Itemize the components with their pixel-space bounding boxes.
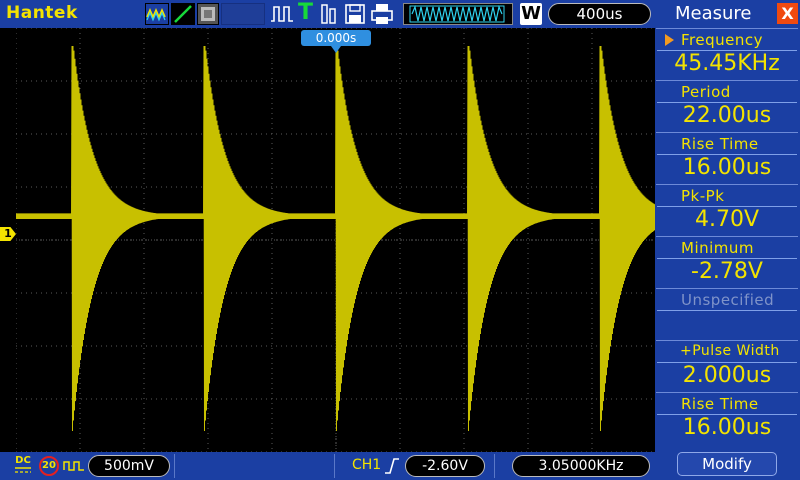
waveform-display: [16, 28, 656, 452]
measure-panel: Measure X Frequency 45.45KHz Period 22.0…: [655, 0, 800, 480]
coupling-label: DC: [15, 455, 31, 466]
measure-slot-period[interactable]: Period 22.00us: [656, 80, 798, 132]
value-box: [657, 310, 797, 338]
status-separator: [494, 454, 495, 478]
slope-icon[interactable]: [171, 3, 195, 25]
status-separator: [334, 454, 335, 478]
waveform-path: [16, 45, 656, 432]
waveform-icon[interactable]: [145, 3, 169, 25]
measure-slot-unspecified[interactable]: Unspecified: [656, 288, 798, 340]
timebase-readout[interactable]: 400us: [548, 3, 651, 25]
cursor-icon[interactable]: [320, 3, 340, 25]
brand-logo: Hantek: [6, 3, 78, 23]
status-separator: [174, 454, 175, 478]
volts-per-div-readout[interactable]: 500mV: [88, 455, 170, 477]
memory-depth-icon[interactable]: [403, 3, 513, 25]
trigger-t-icon[interactable]: T: [298, 0, 314, 25]
measure-slot-minimum[interactable]: Minimum -2.78V: [656, 236, 798, 288]
print-icon[interactable]: [370, 3, 394, 25]
measure-value: 16.00us: [656, 155, 798, 180]
trigger-position-readout[interactable]: 0.000s: [301, 30, 371, 46]
selected-arrow-icon: [665, 34, 674, 46]
measure-value: 45.45KHz: [656, 51, 798, 76]
measure-value: 16.00us: [656, 415, 798, 440]
measure-slot-rise-time-2[interactable]: Rise Time 16.00us: [656, 392, 798, 444]
frequency-counter-readout: 3.05000KHz: [512, 455, 650, 477]
display-mode-box[interactable]: [221, 3, 265, 25]
status-bar: DC 20 500mV CH1 -2.60V 3.05000KHz: [0, 452, 655, 480]
trigger-source[interactable]: CH1: [352, 457, 381, 473]
close-button[interactable]: X: [777, 3, 798, 24]
measure-value: 4.70V: [656, 207, 798, 232]
measure-value: -2.78V: [656, 259, 798, 284]
bandwidth-limit-badge[interactable]: 20: [39, 456, 59, 476]
measure-slot-frequency[interactable]: Frequency 45.45KHz: [656, 28, 798, 80]
modify-button[interactable]: Modify: [677, 452, 777, 476]
measure-value: 2.000us: [656, 363, 798, 388]
measure-label: Period: [681, 83, 731, 101]
persistence-icon[interactable]: [197, 3, 219, 25]
trigger-level-readout[interactable]: -2.60V: [405, 455, 485, 477]
measure-slot-rise-time[interactable]: Rise Time 16.00us: [656, 132, 798, 184]
coupling-wave-icon: [63, 458, 85, 474]
measure-slot-pulse-width[interactable]: +Pulse Width 2.000us: [656, 340, 798, 392]
trigger-position-arrow-icon: [331, 46, 341, 53]
measure-value: 22.00us: [656, 103, 798, 128]
measure-label: Rise Time: [681, 395, 759, 413]
measure-label: Frequency: [681, 31, 763, 49]
measure-label: Rise Time: [681, 135, 759, 153]
pulse-icon[interactable]: [270, 3, 294, 25]
rising-edge-icon: [384, 457, 400, 475]
measure-label: Pk-Pk: [681, 187, 725, 205]
measure-label: +Pulse Width: [680, 343, 780, 359]
coupling-indicator[interactable]: DC: [14, 456, 32, 477]
channel-1-trace: [16, 45, 656, 432]
measure-label: Minimum: [681, 239, 755, 257]
top-toolbar: Hantek T W 400us: [0, 0, 655, 28]
measure-slot-pk-pk[interactable]: Pk-Pk 4.70V: [656, 184, 798, 236]
measure-label: Unspecified: [681, 291, 775, 309]
window-indicator[interactable]: W: [520, 3, 542, 25]
save-icon[interactable]: [344, 3, 366, 25]
